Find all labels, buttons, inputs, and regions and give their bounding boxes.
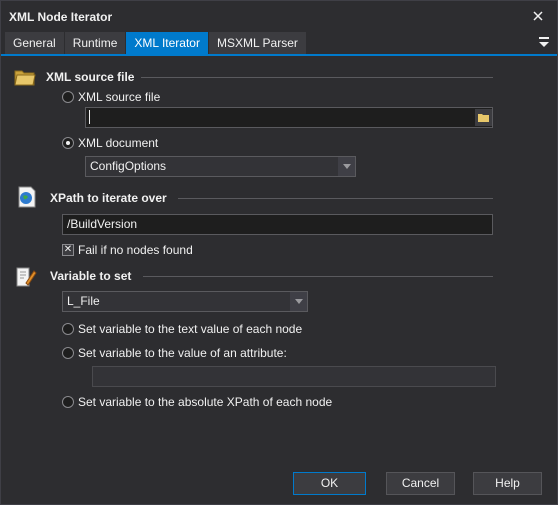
dialog-window: XML Node Iterator General Runtime XML It… <box>0 0 558 505</box>
globe-document-icon <box>15 185 39 209</box>
section-divider <box>178 198 493 199</box>
xml-document-select[interactable]: ConfigOptions <box>85 156 356 177</box>
section-divider <box>143 276 493 277</box>
section-title-xpath: XPath to iterate over <box>50 191 167 205</box>
ok-button[interactable]: OK <box>293 472 366 495</box>
radio-absolute-xpath[interactable]: Set variable to the absolute XPath of ea… <box>62 394 332 410</box>
title-bar: XML Node Iterator <box>1 1 557 31</box>
section-title-variable: Variable to set <box>50 269 132 283</box>
chevron-down-icon[interactable] <box>290 292 307 311</box>
radio-label: XML document <box>78 136 159 150</box>
close-icon[interactable] <box>527 5 549 27</box>
radio-label: XML source file <box>78 90 161 104</box>
section-divider <box>141 77 493 78</box>
edit-document-icon <box>14 265 38 289</box>
select-value: L_File <box>67 294 100 308</box>
section-title-xml-source: XML source file <box>46 70 135 84</box>
radio-xml-document[interactable]: XML document <box>62 135 158 151</box>
open-folder-icon <box>477 113 489 122</box>
tab-strip-underline <box>1 54 557 56</box>
window-title: XML Node Iterator <box>9 10 113 24</box>
xpath-input[interactable]: /BuildVersion <box>62 214 493 235</box>
radio-label: Set variable to the absolute XPath of ea… <box>78 395 333 409</box>
radio-text-value[interactable]: Set variable to the text value of each n… <box>62 321 302 337</box>
attribute-name-input[interactable] <box>92 366 496 387</box>
tab-runtime[interactable]: Runtime <box>64 32 127 54</box>
radio-indicator[interactable] <box>62 91 74 103</box>
radio-label: Set variable to the value of an attribut… <box>78 346 287 360</box>
variable-select[interactable]: L_File <box>62 291 308 312</box>
help-button[interactable]: Help <box>473 472 542 495</box>
radio-indicator[interactable] <box>62 396 74 408</box>
tab-general[interactable]: General <box>5 32 65 54</box>
folder-icon <box>13 65 37 89</box>
checkbox-indicator[interactable]: ✕ <box>62 244 74 256</box>
text-caret <box>89 110 90 124</box>
radio-indicator[interactable] <box>62 323 74 335</box>
radio-xml-source-file[interactable]: XML source file <box>62 89 160 105</box>
radio-attribute-value[interactable]: Set variable to the value of an attribut… <box>62 345 287 361</box>
select-value: ConfigOptions <box>90 159 167 173</box>
tab-bar: General Runtime XML Iterator MSXML Parse… <box>5 32 307 54</box>
radio-indicator[interactable] <box>62 347 74 359</box>
chevron-down-icon[interactable] <box>338 157 355 176</box>
browse-file-button[interactable] <box>475 109 492 126</box>
cancel-button[interactable]: Cancel <box>386 472 455 495</box>
xml-source-file-input[interactable] <box>85 107 493 128</box>
fail-if-no-nodes-checkbox[interactable]: ✕ Fail if no nodes found <box>62 242 193 258</box>
tab-menu-icon[interactable] <box>537 35 551 49</box>
radio-indicator[interactable] <box>62 137 74 149</box>
checkbox-label: Fail if no nodes found <box>78 243 193 257</box>
tab-xml-iterator[interactable]: XML Iterator <box>126 32 209 54</box>
tab-msxml-parser[interactable]: MSXML Parser <box>208 32 307 54</box>
radio-label: Set variable to the text value of each n… <box>78 322 303 336</box>
